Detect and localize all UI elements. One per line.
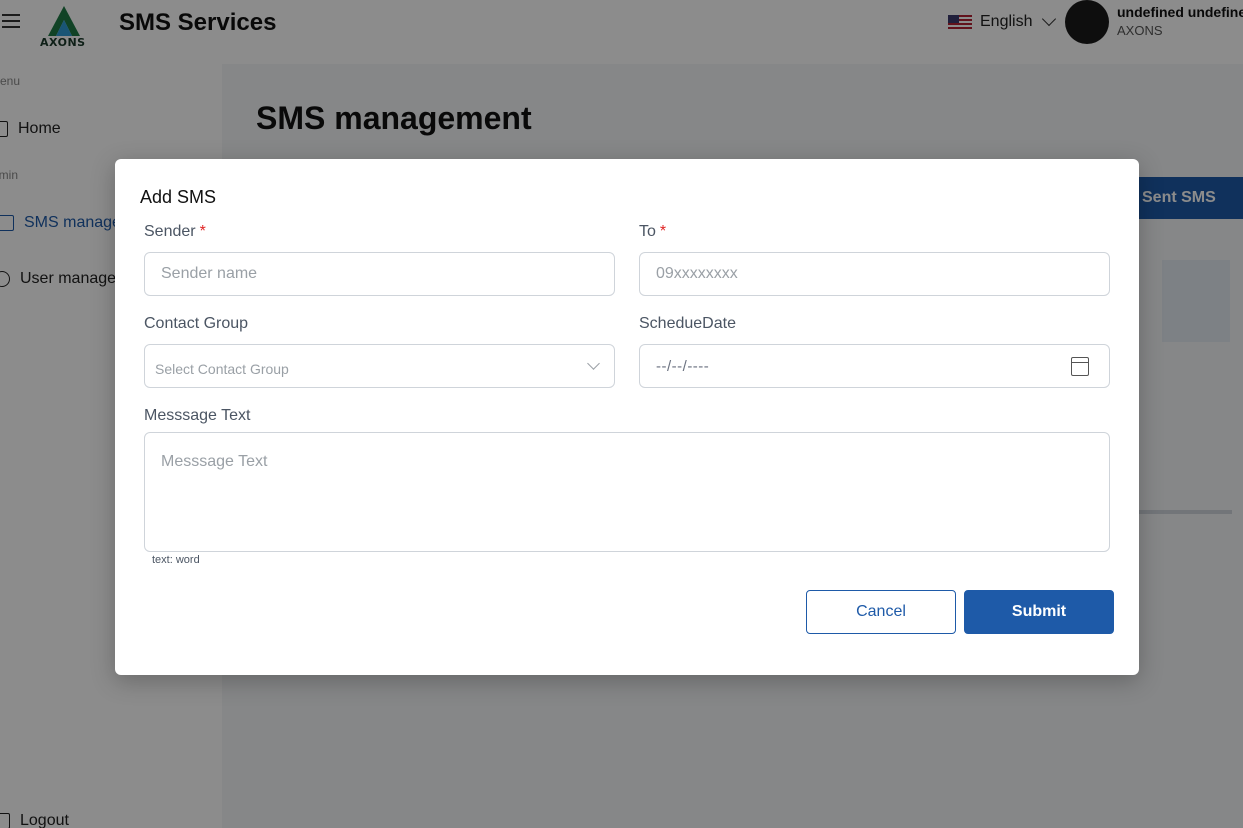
schedule-date-label: SchedueDate <box>639 315 736 332</box>
cancel-button[interactable]: Cancel <box>806 590 956 634</box>
schedule-date-input[interactable]: --/--/---- <box>639 344 1110 388</box>
to-label: To * <box>639 223 666 241</box>
chevron-down-icon <box>587 357 600 370</box>
sender-label-text: Sender <box>144 223 196 240</box>
sender-label: Sender * <box>144 223 206 241</box>
contact-group-placeholder: Select Contact Group <box>155 361 289 377</box>
required-marker: * <box>199 223 206 240</box>
message-textarea[interactable] <box>144 432 1110 552</box>
to-input[interactable] <box>639 252 1110 296</box>
contact-group-select[interactable]: Select Contact Group <box>144 344 615 388</box>
message-label: Messsage Text <box>144 407 251 424</box>
schedule-date-placeholder: --/--/---- <box>656 357 710 375</box>
message-hint: text: word <box>152 554 200 566</box>
contact-group-label: Contact Group <box>144 315 249 332</box>
dialog-title: Add SMS <box>140 187 217 207</box>
required-marker: * <box>659 223 667 240</box>
add-sms-dialog: Add SMS Sender* To* Contact Group Select… <box>115 159 1139 675</box>
to-label-text: To <box>639 223 656 240</box>
submit-button[interactable]: Submit <box>964 590 1114 634</box>
calendar-icon[interactable] <box>1071 357 1089 376</box>
sender-input[interactable] <box>144 252 615 296</box>
